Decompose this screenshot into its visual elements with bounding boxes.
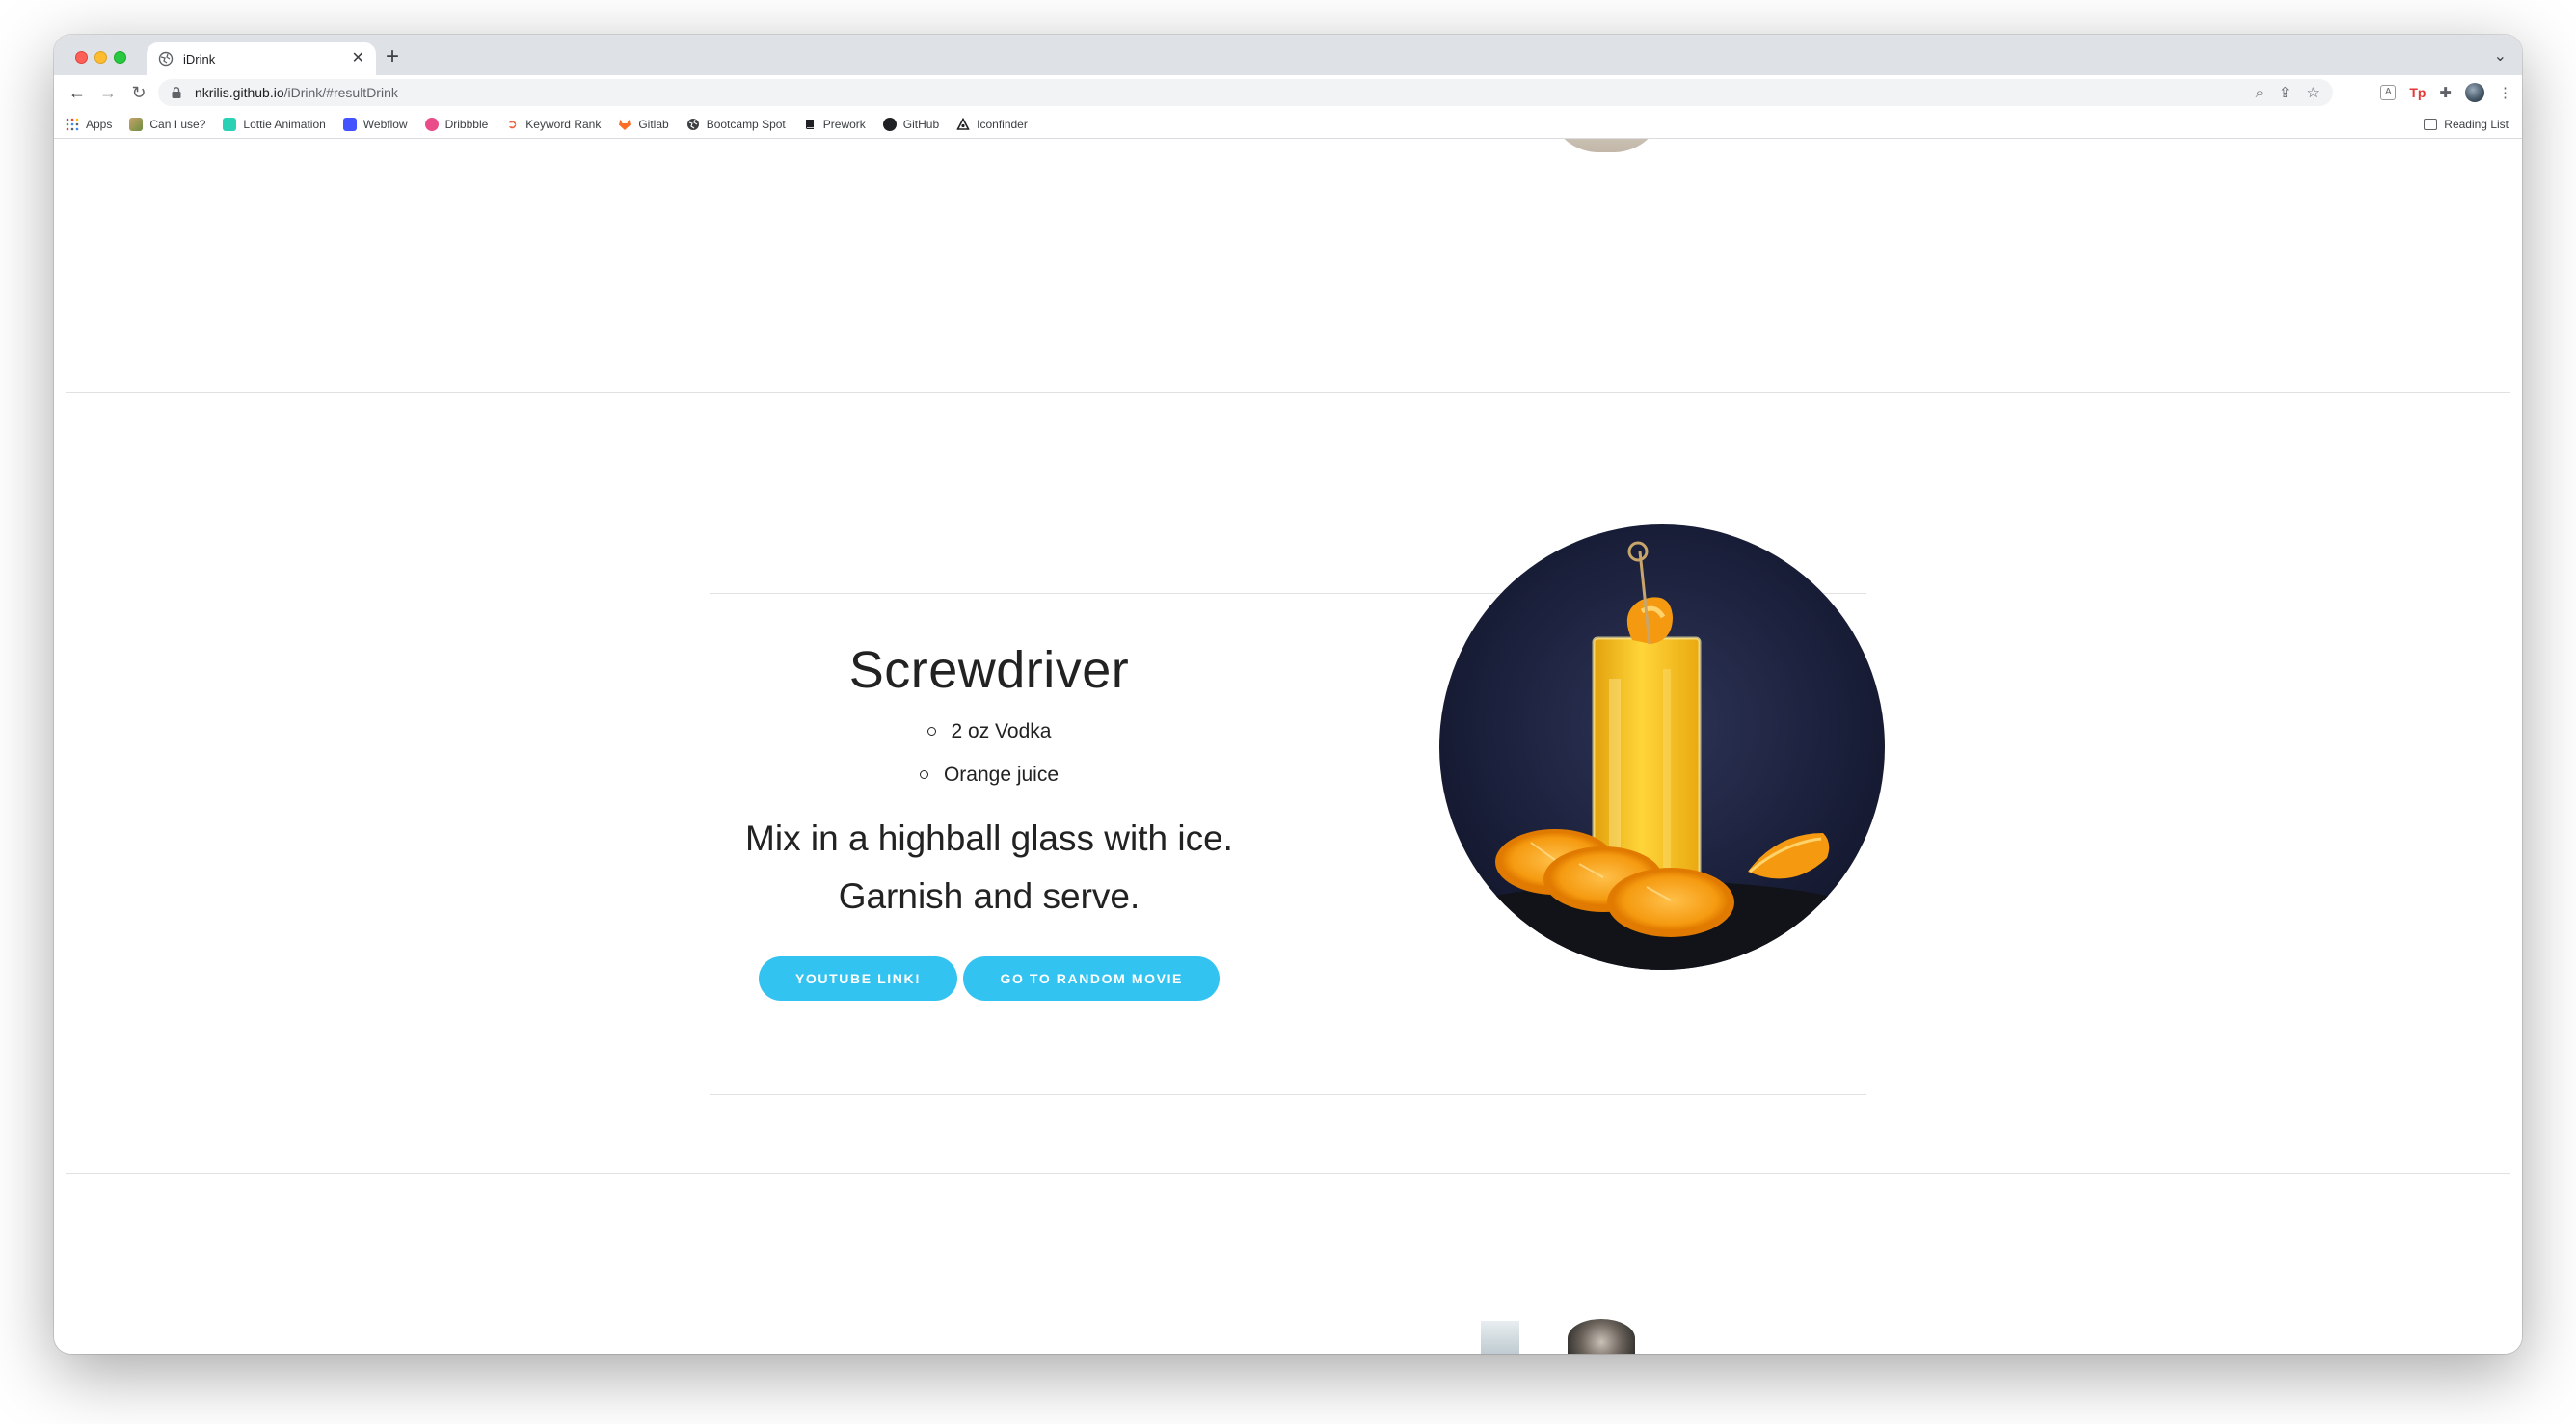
card-divider-bottom <box>710 1094 1866 1095</box>
tab-idrink[interactable]: iDrink ✕ <box>147 42 376 75</box>
tp-extension-icon[interactable]: Tp <box>2409 85 2426 100</box>
bullet-icon <box>926 727 936 736</box>
bookmark-label: Dribbble <box>444 117 489 131</box>
bookmark-label: Prework <box>822 117 866 131</box>
ingredient-list: 2 oz Vodka Orange juice <box>710 710 1269 796</box>
url-host: nkrilis.github.io <box>195 85 284 100</box>
action-buttons: YOUTUBE LINK! GO TO RANDOM MOVIE <box>710 956 1269 1001</box>
tab-close-icon[interactable]: ✕ <box>352 51 364 67</box>
address-bar[interactable]: nkrilis.github.io/iDrink/#resultDrink ⌕ … <box>158 79 2333 106</box>
new-tab-icon[interactable]: + <box>386 42 399 71</box>
close-window-button[interactable] <box>75 51 88 64</box>
maximize-window-button[interactable] <box>114 51 126 64</box>
bookmark-star-icon[interactable]: ☆ <box>2307 84 2320 101</box>
reload-icon[interactable]: ↻ <box>123 83 154 103</box>
bookmark-keyword-rank[interactable]: ➲ Keyword Rank <box>505 116 602 131</box>
dribbble-icon <box>424 117 439 131</box>
bookmark-prework[interactable]: Prework <box>803 118 866 131</box>
youtube-link-button[interactable]: YOUTUBE LINK! <box>758 956 958 1001</box>
puzzle-extensions-icon[interactable]: ✚ <box>2439 84 2452 101</box>
gitlab-icon <box>619 119 631 130</box>
next-section-portrait <box>1568 1319 1635 1354</box>
tab-search-chevron-icon[interactable]: ⌄ <box>2494 46 2507 66</box>
bookmark-label: Webflow <box>362 117 408 131</box>
bookmark-label: Apps <box>86 117 113 131</box>
github-icon <box>882 117 897 131</box>
browser-toolbar: ← → ↻ nkrilis.github.io/iDrink/#resultDr… <box>54 75 2522 110</box>
globe-icon <box>158 51 174 67</box>
bookmark-bootcamp-spot[interactable]: Bootcamp Spot <box>686 118 786 131</box>
bookmark-gitlab[interactable]: Gitlab <box>618 117 669 131</box>
zoom-icon[interactable]: ⌕ <box>2256 85 2264 101</box>
bookmark-label: Can I use? <box>149 117 206 131</box>
bookmark-caniuse[interactable]: Can I use? <box>129 117 206 131</box>
book-icon <box>805 119 814 129</box>
apps-grid-icon <box>66 118 79 130</box>
drink-instructions: Mix in a highball glass with ice. Garnis… <box>710 810 1269 926</box>
drink-name: Screwdriver <box>848 641 1130 699</box>
keyword-rank-icon: ➲ <box>506 116 518 131</box>
webflow-icon <box>342 117 357 131</box>
drink-result-card: Screwdriver 2 oz Vodka Orange juice Mix … <box>710 524 1885 1093</box>
minimize-window-button[interactable] <box>94 51 107 64</box>
back-arrow-icon[interactable]: ← <box>62 83 93 103</box>
bookmark-dribbble[interactable]: Dribbble <box>424 117 489 131</box>
extension-icon[interactable]: A <box>2380 85 2397 100</box>
instructions-line: Garnish and serve. <box>838 876 1140 916</box>
bookmark-label: GitHub <box>902 117 940 131</box>
bookmark-label: Lottie Animation <box>243 117 326 131</box>
tab-strip: iDrink ✕ + ⌄ <box>54 35 2522 75</box>
globe-icon <box>686 118 699 130</box>
bookmark-apps[interactable]: Apps <box>66 118 112 131</box>
reading-list-button[interactable]: Reading List <box>2424 110 2509 139</box>
section-divider <box>66 1173 2510 1174</box>
forward-arrow-icon[interactable]: → <box>93 83 123 103</box>
bookmark-label: Gitlab <box>638 117 669 131</box>
drink-photo <box>1439 524 1885 970</box>
page-content: Screwdriver 2 oz Vodka Orange juice Mix … <box>54 139 2522 1354</box>
bookmark-label: Keyword Rank <box>525 117 602 131</box>
random-movie-button[interactable]: GO TO RANDOM MOVIE <box>963 956 1221 1001</box>
bullet-icon <box>919 770 928 779</box>
previous-section-image <box>1548 139 1664 152</box>
bookmarks-bar: Apps Can I use? Lottie Animation Webflow… <box>54 110 2522 139</box>
tab-title: iDrink <box>183 51 216 67</box>
next-section-image <box>1481 1321 1519 1354</box>
iconfinder-icon <box>956 117 970 130</box>
lock-icon <box>172 87 181 98</box>
kebab-menu-icon[interactable]: ⋮ <box>2498 84 2512 101</box>
share-icon[interactable]: ⇪ <box>2279 84 2292 101</box>
bookmark-label: Bootcamp Spot <box>706 117 786 131</box>
ingredient-item: Orange juice <box>710 753 1269 796</box>
screwdriver-illustration <box>1439 541 1885 970</box>
bookmark-webflow[interactable]: Webflow <box>342 117 408 131</box>
lottie-icon <box>223 117 237 131</box>
bookmark-lottie[interactable]: Lottie Animation <box>223 117 326 131</box>
ingredient-text: Orange juice <box>943 764 1060 786</box>
reading-list-icon <box>2424 119 2438 130</box>
ingredient-item: 2 oz Vodka <box>710 710 1269 753</box>
instructions-line: Mix in a highball glass with ice. <box>745 819 1233 858</box>
bookmark-github[interactable]: GitHub <box>882 117 940 131</box>
caniuse-icon <box>129 117 144 131</box>
profile-avatar[interactable] <box>2465 83 2484 102</box>
bookmark-iconfinder[interactable]: Iconfinder <box>956 117 1028 131</box>
browser-window: iDrink ✕ + ⌄ ← → ↻ nkrilis.github.io/iDr… <box>54 35 2522 1354</box>
ingredient-text: 2 oz Vodka <box>951 720 1052 742</box>
url-path: /iDrink/#resultDrink <box>283 85 398 100</box>
drink-details: Screwdriver 2 oz Vodka Orange juice Mix … <box>710 590 1269 1001</box>
section-divider <box>66 392 2510 393</box>
reading-list-label: Reading List <box>2444 118 2509 131</box>
bookmark-label: Iconfinder <box>977 117 1028 131</box>
